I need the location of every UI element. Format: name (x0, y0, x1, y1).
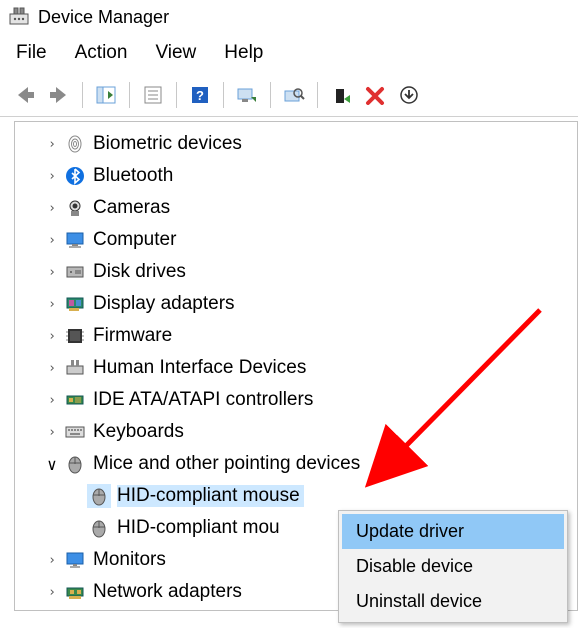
menubar: File Action View Help (0, 32, 578, 76)
titlebar: Device Manager (0, 0, 578, 32)
chevron-right-icon[interactable]: › (43, 585, 61, 600)
tree-item-camera[interactable]: › Cameras (15, 192, 577, 224)
chevron-right-icon[interactable]: › (43, 265, 61, 280)
menu-file[interactable]: File (16, 42, 47, 64)
keyboard-icon (63, 420, 87, 444)
tree-item-label: IDE ATA/ATAPI controllers (93, 389, 313, 411)
tree-item-ide[interactable]: › IDE ATA/ATAPI controllers (15, 384, 577, 416)
forward-button[interactable] (42, 80, 76, 110)
mouse-icon (63, 452, 87, 476)
tree-item-mouse[interactable]: ∨ Mice and other pointing devices (15, 448, 577, 480)
tree-child-label: HID-compliant mou (117, 517, 280, 539)
tree-item-bluetooth[interactable]: › Bluetooth (15, 160, 577, 192)
uninstall-button[interactable] (392, 80, 426, 110)
update-driver-button[interactable] (324, 80, 358, 110)
menu-help[interactable]: Help (224, 42, 263, 64)
tree-item-label: Bluetooth (93, 165, 173, 187)
show-hide-tree-button[interactable] (89, 80, 123, 110)
chevron-right-icon[interactable]: › (43, 329, 61, 344)
tree-item-label: Keyboards (93, 421, 184, 443)
tree-item-display-adapter[interactable]: › Display adapters (15, 288, 577, 320)
tree-item-label: Mice and other pointing devices (93, 453, 360, 475)
menu-action[interactable]: Action (75, 42, 128, 64)
chevron-right-icon[interactable]: › (43, 169, 61, 184)
tree-item-label: Computer (93, 229, 176, 251)
ide-icon (63, 388, 87, 412)
properties-button[interactable] (136, 80, 170, 110)
chevron-right-icon[interactable]: › (43, 201, 61, 216)
mouse-icon (87, 516, 111, 540)
chevron-right-icon[interactable]: › (43, 553, 61, 568)
bluetooth-icon (63, 164, 87, 188)
mouse-icon (87, 484, 111, 508)
back-button[interactable] (8, 80, 42, 110)
chevron-right-icon[interactable]: › (43, 361, 61, 376)
tree-item-hid[interactable]: › Human Interface Devices (15, 352, 577, 384)
tree-item-label: Cameras (93, 197, 170, 219)
camera-icon (63, 196, 87, 220)
ctx-update-driver[interactable]: Update driver (342, 514, 564, 549)
tree-item-disk[interactable]: › Disk drives (15, 256, 577, 288)
find-button[interactable] (277, 80, 311, 110)
tree-item-fingerprint[interactable]: › Biometric devices (15, 128, 577, 160)
network-icon (63, 580, 87, 604)
chevron-right-icon[interactable]: › (43, 393, 61, 408)
tree-child-item[interactable]: HID-compliant mouse (15, 480, 577, 512)
menu-view[interactable]: View (155, 42, 196, 64)
tree-item-label: Disk drives (93, 261, 186, 283)
chevron-right-icon[interactable]: › (43, 297, 61, 312)
tree-item-label: Monitors (93, 549, 166, 571)
computer-icon (63, 228, 87, 252)
tree-item-label: Human Interface Devices (93, 357, 306, 379)
hid-icon (63, 356, 87, 380)
tree-item-computer[interactable]: › Computer (15, 224, 577, 256)
firmware-icon (63, 324, 87, 348)
svg-text:?: ? (196, 88, 204, 103)
context-menu: Update driver Disable device Uninstall d… (338, 510, 568, 623)
device-manager-icon (8, 6, 30, 28)
tree-item-keyboard[interactable]: › Keyboards (15, 416, 577, 448)
tree-child-label: HID-compliant mouse (117, 485, 304, 507)
chevron-down-icon[interactable]: ∨ (43, 455, 61, 474)
window-title: Device Manager (38, 7, 169, 28)
monitor-icon (63, 548, 87, 572)
chevron-right-icon[interactable]: › (43, 425, 61, 440)
scan-hardware-button[interactable] (230, 80, 264, 110)
remove-button[interactable] (358, 80, 392, 110)
ctx-uninstall-device[interactable]: Uninstall device (342, 584, 564, 619)
tree-item-label: Network adapters (93, 581, 242, 603)
fingerprint-icon (63, 132, 87, 156)
tree-item-label: Firmware (93, 325, 172, 347)
disk-icon (63, 260, 87, 284)
toolbar: ? (0, 76, 578, 117)
tree-item-label: Biometric devices (93, 133, 242, 155)
help-button[interactable]: ? (183, 80, 217, 110)
display-adapter-icon (63, 292, 87, 316)
chevron-right-icon[interactable]: › (43, 233, 61, 248)
ctx-disable-device[interactable]: Disable device (342, 549, 564, 584)
tree-item-label: Display adapters (93, 293, 235, 315)
tree-item-firmware[interactable]: › Firmware (15, 320, 577, 352)
chevron-right-icon[interactable]: › (43, 137, 61, 152)
